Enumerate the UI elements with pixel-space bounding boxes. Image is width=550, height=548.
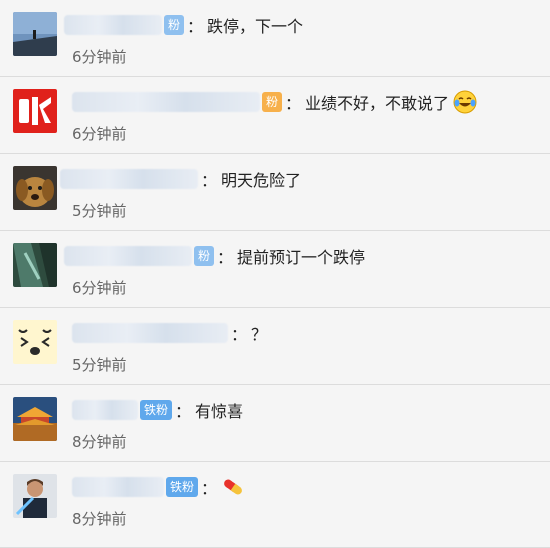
timestamp: 5分钟前 — [72, 202, 127, 220]
colon: ： — [285, 94, 302, 113]
comment-text: 提前预订一个跌停 — [237, 248, 366, 267]
timestamp: 8分钟前 — [72, 510, 127, 528]
dog-avatar[interactable] — [13, 166, 57, 210]
pagoda-avatar[interactable] — [13, 397, 57, 441]
fan-badge: 铁粉 — [140, 400, 173, 420]
green-tunnel-avatar[interactable] — [13, 243, 57, 287]
comment-list: 粉 ： 跌停，下一个 6分钟前 粉 ： 业绩不好，不敢说了 6分钟前 ： 明天危… — [0, 0, 550, 548]
comment-text: 业绩不好，不敢说了 — [305, 94, 450, 113]
comment-item[interactable]: 粉 ： 提前预订一个跌停 6分钟前 — [0, 231, 550, 308]
fan-badge: 粉 — [164, 15, 185, 35]
pill-emoji — [221, 477, 245, 497]
cartoon-face-avatar[interactable] — [13, 320, 57, 364]
blurred-username[interactable] — [72, 400, 138, 420]
colon: ： — [201, 479, 218, 498]
comment-item[interactable]: ： 明天危险了 5分钟前 — [0, 154, 550, 231]
comment-text: 跌停，下一个 — [207, 17, 304, 36]
timestamp: 8分钟前 — [72, 433, 127, 451]
laughing-crying-emoji — [453, 90, 477, 114]
person-avatar[interactable] — [13, 474, 57, 518]
blurred-username[interactable] — [72, 92, 260, 112]
comment-item[interactable]: 粉 ： 跌停，下一个 6分钟前 — [0, 0, 550, 77]
comment-text: 明天危险了 — [221, 171, 302, 190]
colon: ： — [175, 402, 192, 421]
comment-item[interactable]: 粉 ： 业绩不好，不敢说了 6分钟前 — [0, 77, 550, 154]
comment-item[interactable]: 铁粉 ： 8分钟前 — [0, 462, 550, 548]
blurred-username[interactable] — [72, 477, 164, 497]
fan-badge: 粉 — [194, 246, 215, 266]
timestamp: 6分钟前 — [72, 48, 127, 66]
comment-item[interactable]: 铁粉 ： 有惊喜 8分钟前 — [0, 385, 550, 462]
blurred-username[interactable] — [64, 246, 192, 266]
red-zhang-avatar[interactable] — [13, 89, 57, 133]
colon: ： — [201, 171, 218, 190]
comment-item[interactable]: ： ？ 5分钟前 — [0, 308, 550, 385]
blurred-username[interactable] — [72, 323, 228, 343]
fan-badge: 铁粉 — [166, 477, 199, 497]
blurred-username[interactable] — [60, 169, 198, 189]
fan-badge: 粉 — [262, 92, 283, 112]
landscape-avatar[interactable] — [13, 12, 57, 56]
timestamp: 5分钟前 — [72, 356, 127, 374]
colon: ： — [231, 325, 248, 344]
comment-text: 有惊喜 — [195, 402, 244, 421]
colon: ： — [217, 248, 234, 267]
timestamp: 6分钟前 — [72, 279, 127, 297]
colon: ： — [187, 17, 204, 36]
blurred-username[interactable] — [64, 15, 162, 35]
timestamp: 6分钟前 — [72, 125, 127, 143]
comment-text: ？ — [251, 325, 268, 344]
